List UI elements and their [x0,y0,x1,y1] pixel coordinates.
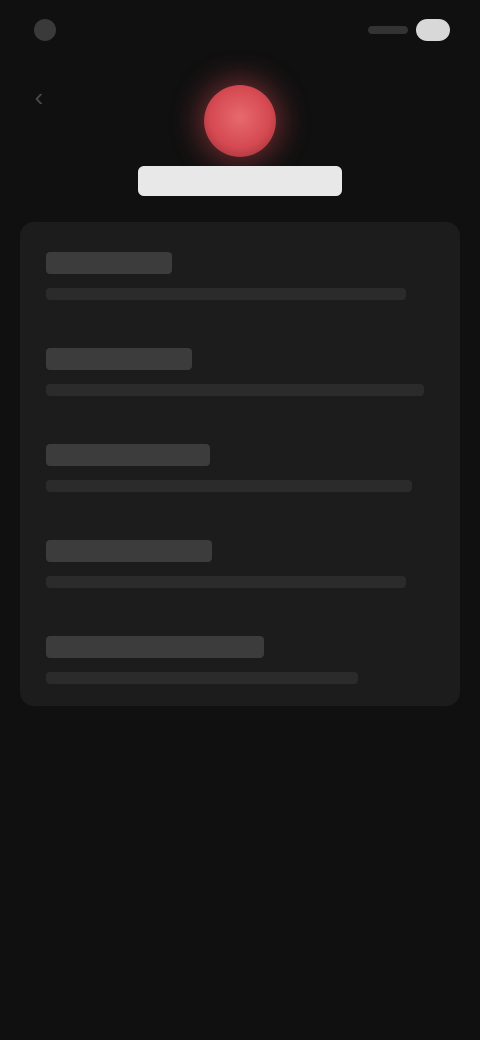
list-item[interactable] [20,230,460,326]
list-item[interactable] [20,518,460,614]
status-indicator-icon [34,19,56,41]
back-button[interactable]: ‹ [24,82,54,112]
app-icon [204,85,276,157]
list-item-description [46,384,424,396]
list-item-description [46,576,406,588]
list-item-title [46,540,212,562]
list-item-title [46,252,172,274]
list-item-description [46,288,406,300]
signal-icon [368,26,408,34]
status-right [368,19,450,41]
page-title [138,166,342,196]
status-left [34,19,66,41]
list-item[interactable] [20,614,460,710]
list-item[interactable] [20,422,460,518]
list-item[interactable] [20,326,460,422]
battery-icon [416,19,450,41]
screen: ‹ [0,0,480,1040]
status-bar [0,0,480,60]
list-item-description [46,480,412,492]
list-item-description [46,672,358,684]
list-item-title [46,444,210,466]
list-item-title [46,636,264,658]
settings-list [20,222,460,706]
back-arrow-icon: ‹ [34,82,44,112]
list-item-title [46,348,192,370]
